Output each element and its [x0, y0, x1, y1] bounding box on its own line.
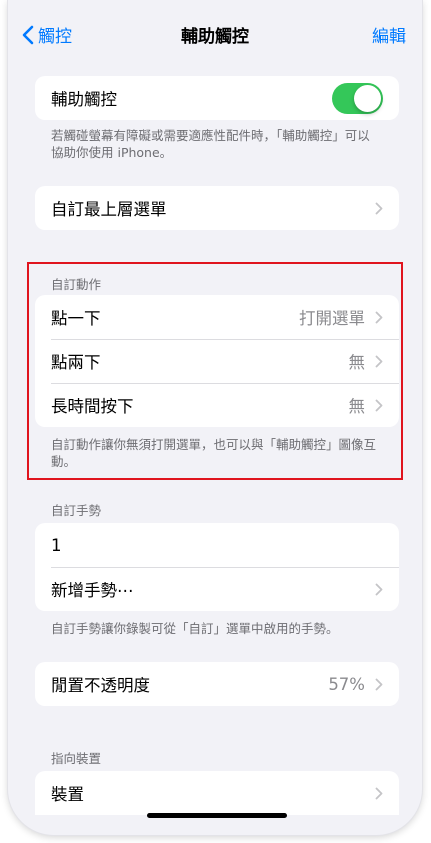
custom-gestures-group: 1 新增手勢⋯	[35, 523, 399, 611]
long-press-row[interactable]: 長時間按下 無	[35, 383, 399, 427]
idle-opacity-row[interactable]: 閒置不透明度 57%	[35, 662, 399, 706]
customize-top-menu-row[interactable]: 自訂最上層選單	[35, 186, 399, 230]
custom-actions-group: 點一下 打開選單 點兩下 無 長時間按下 無	[35, 295, 399, 427]
devices-row[interactable]: 裝置	[35, 771, 399, 815]
chevron-right-icon	[375, 678, 383, 690]
customize-top-menu-label: 自訂最上層選單	[51, 200, 167, 219]
double-tap-row[interactable]: 點兩下 無	[35, 339, 399, 383]
custom-gestures-footnote: 自訂手勢讓你錄製可從「自訂」選單中啟用的手勢。	[51, 621, 339, 636]
double-tap-label: 點兩下	[51, 353, 101, 372]
chevron-right-icon	[375, 399, 383, 411]
chevron-right-icon	[375, 583, 383, 595]
new-gesture-row[interactable]: 新增手勢⋯	[35, 567, 399, 611]
custom-gestures-header: 自訂手勢	[51, 503, 102, 518]
assistive-touch-row: 輔助觸控	[35, 76, 399, 120]
assistive-touch-footnote: 若觸碰螢幕有障礙或需要適應性配件時，「輔助觸控」可以協助你使用 iPhone。	[51, 128, 370, 160]
chevron-right-icon	[375, 787, 383, 799]
idle-opacity-value: 57%	[328, 674, 365, 694]
chevron-right-icon	[375, 355, 383, 367]
custom-actions-footnote: 自訂動作讓你無須打開選單，也可以與「輔助觸控」圖像互動。	[51, 437, 377, 469]
long-press-value: 無	[348, 397, 366, 416]
single-tap-label: 點一下	[51, 309, 101, 328]
single-tap-row[interactable]: 點一下 打開選單	[35, 295, 399, 339]
pointer-devices-header: 指向裝置	[51, 751, 102, 766]
chevron-right-icon	[375, 311, 383, 323]
single-tap-value: 打開選單	[299, 309, 365, 328]
top-menu-group: 自訂最上層選單	[35, 186, 399, 230]
new-gesture-label: 新增手勢⋯	[51, 581, 134, 600]
gesture-label: 1	[51, 535, 62, 555]
pointer-devices-group: 裝置	[35, 771, 399, 815]
double-tap-value: 無	[348, 353, 366, 372]
long-press-label: 長時間按下	[51, 397, 134, 416]
navigation-bar: 觸控 輔助觸控 編輯	[8, 0, 422, 60]
gesture-row[interactable]: 1	[35, 523, 399, 567]
idle-opacity-label: 閒置不透明度	[51, 676, 150, 695]
idle-opacity-group: 閒置不透明度 57%	[35, 662, 399, 706]
page-title: 輔助觸控	[181, 27, 249, 47]
custom-actions-header: 自訂動作	[51, 277, 102, 292]
edit-button[interactable]: 編輯	[372, 22, 406, 47]
home-indicator[interactable]	[147, 813, 287, 818]
assistive-touch-toggle[interactable]	[332, 82, 383, 114]
chevron-right-icon	[375, 202, 383, 214]
assistive-touch-group: 輔助觸控	[35, 76, 399, 120]
devices-label: 裝置	[51, 785, 84, 804]
toggle-knob	[354, 84, 381, 112]
assistive-touch-label: 輔助觸控	[51, 90, 117, 109]
phone-screen: 觸控 輔助觸控 編輯 輔助觸控 若觸碰螢幕有障礙或需要適應性配件時，「輔助觸控」…	[8, 0, 422, 835]
